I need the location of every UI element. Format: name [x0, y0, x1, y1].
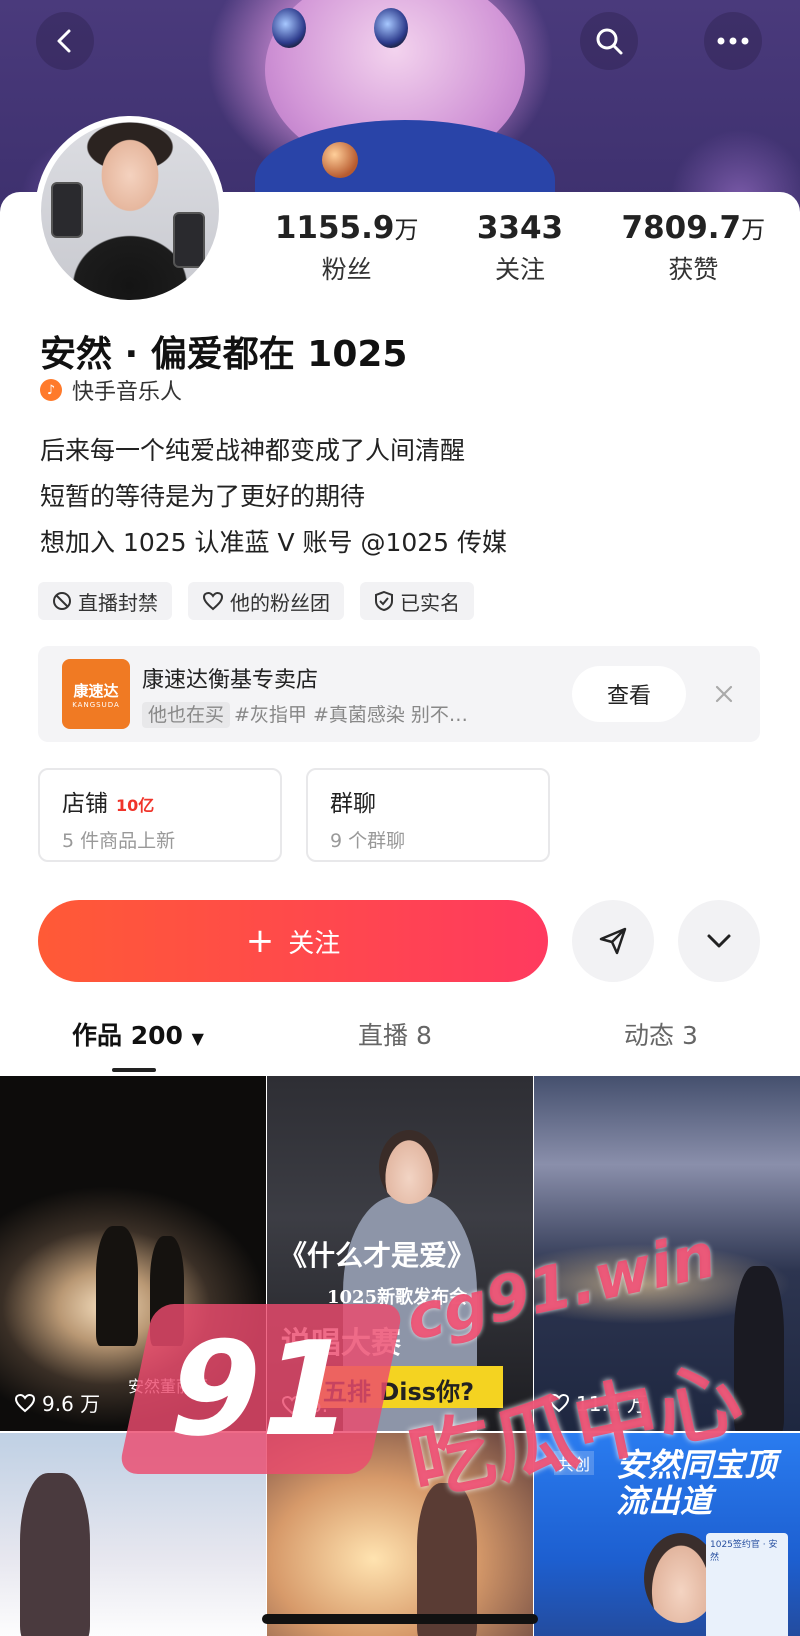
- caret-down-icon: ▼: [191, 1029, 204, 1048]
- video-likes: 9.6 万: [14, 1388, 100, 1417]
- video-thumbnail[interactable]: [267, 1433, 533, 1636]
- banner-character-eye: [374, 8, 408, 48]
- profile-bio: 后来每一个纯爱战神都变成了人间清醒 短暂的等待是为了更好的期待 想加入 1025…: [40, 428, 507, 566]
- music-note-icon: ♪: [40, 379, 62, 401]
- profile-tabs: 作品 200 ▼ 直播 8 动态 3: [0, 1010, 800, 1072]
- ban-icon: [53, 592, 71, 610]
- banner-character-gem: [322, 142, 358, 178]
- shop-subtitle: 他也在买 #灰指甲 #真菌感染 别不…: [142, 700, 468, 728]
- stat-likes[interactable]: 7809.7万 获赞: [607, 208, 780, 298]
- bio-line: 想加入 1025 认准蓝 V 账号 @1025 传媒: [40, 528, 508, 557]
- music-creator-label: 快手音乐人: [72, 380, 183, 405]
- active-tab-indicator: [112, 1068, 156, 1072]
- profile-boxes: 店铺 10亿 5 件商品上新 群聊 9 个群聊: [38, 768, 550, 862]
- search-icon: [596, 28, 623, 55]
- chip-verified[interactable]: 已实名: [360, 582, 474, 620]
- video-likes-count: 6.: [309, 1393, 329, 1417]
- shop-box-badge: 10亿: [116, 796, 155, 815]
- shop-sub-pill: 他也在买: [142, 702, 231, 728]
- shield-check-icon: [375, 591, 393, 611]
- video-grid: 安然董丽颖 9.6 万 《什么才是爱》 1025新歌发布会 说唱大赛 五排 Di…: [0, 1076, 800, 1636]
- chip-label: 他的粉丝团: [230, 590, 330, 615]
- group-chat-box[interactable]: 群聊 9 个群聊: [306, 768, 550, 862]
- stat-label: 关注: [494, 255, 545, 284]
- profile-name: 安然 · 偏爱都在 1025: [40, 334, 408, 375]
- stat-unit: 万: [394, 216, 419, 244]
- stat-followers[interactable]: 1155.9万 粉丝: [260, 208, 433, 298]
- video-title: 《什么才是爱》: [279, 1239, 476, 1272]
- more-dots-icon: [717, 37, 749, 45]
- chip-fan-club[interactable]: 他的粉丝团: [188, 582, 344, 620]
- plus-icon: +: [245, 921, 275, 961]
- tab-label: 作品 200: [72, 1021, 183, 1050]
- search-button[interactable]: [580, 12, 638, 70]
- tab-live[interactable]: 直播 8: [358, 1016, 432, 1052]
- shop-logo-text: 康速达: [73, 681, 119, 700]
- heart-outline-icon: [202, 591, 224, 611]
- video-thumbnail[interactable]: 《什么才是爱》 1025新歌发布会 说唱大赛 五排 Diss你? 6.: [267, 1076, 533, 1431]
- follow-button[interactable]: + 关注: [38, 900, 548, 982]
- stat-value: 3343: [476, 210, 564, 246]
- stat-label: 粉丝: [321, 255, 372, 284]
- video-thumbnail[interactable]: [0, 1433, 266, 1636]
- shop-sub-text: #灰指甲 #真菌感染 别不…: [234, 704, 468, 726]
- shop-box-sub: 5 件商品上新: [62, 830, 176, 852]
- heart-outline-icon: [548, 1393, 570, 1412]
- tab-works[interactable]: 作品 200 ▼: [72, 1016, 204, 1052]
- group-chat-sub: 9 个群聊: [330, 830, 406, 852]
- video-tag: 共创: [554, 1451, 595, 1475]
- chevron-down-icon: [707, 934, 731, 948]
- video-thumbnail[interactable]: 11.1 万: [534, 1076, 800, 1431]
- bio-line: 短暂的等待是为了更好的期待: [40, 482, 366, 511]
- stat-following[interactable]: 3343 关注: [433, 208, 606, 298]
- video-subtitle: 1025新歌发布会: [327, 1287, 468, 1308]
- video-title: 安然同宝顶流出道: [616, 1446, 777, 1520]
- video-likes: 11.1 万: [548, 1388, 647, 1417]
- back-button[interactable]: [36, 12, 94, 70]
- profile-stats: 1155.9万 粉丝 3343 关注 7809.7万 获赞: [260, 208, 780, 298]
- chip-label: 直播封禁: [78, 590, 158, 615]
- share-button[interactable]: [572, 900, 654, 982]
- shop-promo-card[interactable]: 康速达 KANGSUDA 康速达衡基专卖店 他也在买 #灰指甲 #真菌感染 别不……: [38, 646, 760, 742]
- video-likes-count: 9.6 万: [42, 1392, 101, 1416]
- close-icon: [715, 685, 733, 703]
- video-banner: 五排 Diss你?: [313, 1366, 503, 1408]
- shop-logo-sub: KANGSUDA: [72, 700, 120, 709]
- video-info-card: 1025签约官 · 安然: [706, 1533, 788, 1636]
- heart-outline-icon: [14, 1393, 36, 1412]
- video-likes-count: 11.1 万: [576, 1392, 647, 1416]
- music-creator-tag[interactable]: ♪ 快手音乐人: [40, 374, 182, 406]
- follow-label: 关注: [288, 928, 341, 959]
- home-indicator[interactable]: [262, 1614, 538, 1624]
- group-chat-title: 群聊: [330, 791, 376, 817]
- shop-logo: 康速达 KANGSUDA: [62, 659, 130, 729]
- chip-label: 已实名: [400, 590, 460, 615]
- expand-button[interactable]: [678, 900, 760, 982]
- view-shop-button[interactable]: 查看: [572, 666, 686, 722]
- video-likes: 6.: [281, 1393, 328, 1417]
- tab-moments[interactable]: 动态 3: [624, 1016, 698, 1052]
- shop-title: 康速达衡基专卖店: [142, 668, 319, 693]
- bio-line: 后来每一个纯爱战神都变成了人间清醒: [40, 436, 466, 465]
- shop-box-title: 店铺: [62, 791, 108, 817]
- close-promo-button[interactable]: [706, 676, 742, 712]
- profile-chips: 直播封禁 他的粉丝团 已实名: [38, 582, 474, 620]
- banner-character-eye: [272, 8, 306, 48]
- video-thumbnail[interactable]: 共创 安然同宝顶流出道 1025签约官 · 安然: [534, 1433, 800, 1636]
- stat-value: 1155.9: [274, 210, 395, 246]
- stat-unit: 万: [741, 216, 766, 244]
- more-button[interactable]: [704, 12, 762, 70]
- video-banner-text: 五排 Diss你?: [323, 1378, 474, 1406]
- send-icon: [599, 927, 627, 955]
- video-caption: 安然董丽颖: [128, 1377, 209, 1396]
- shop-box[interactable]: 店铺 10亿 5 件商品上新: [38, 768, 282, 862]
- chip-live-banned[interactable]: 直播封禁: [38, 582, 172, 620]
- chevron-left-icon: [57, 29, 71, 53]
- heart-outline-icon: [281, 1395, 303, 1415]
- video-title-2: 说唱大赛: [281, 1326, 401, 1361]
- stat-value: 7809.7: [621, 210, 742, 246]
- avatar[interactable]: [35, 116, 225, 306]
- video-thumbnail[interactable]: 安然董丽颖 9.6 万: [0, 1076, 266, 1431]
- stat-label: 获赞: [668, 255, 719, 284]
